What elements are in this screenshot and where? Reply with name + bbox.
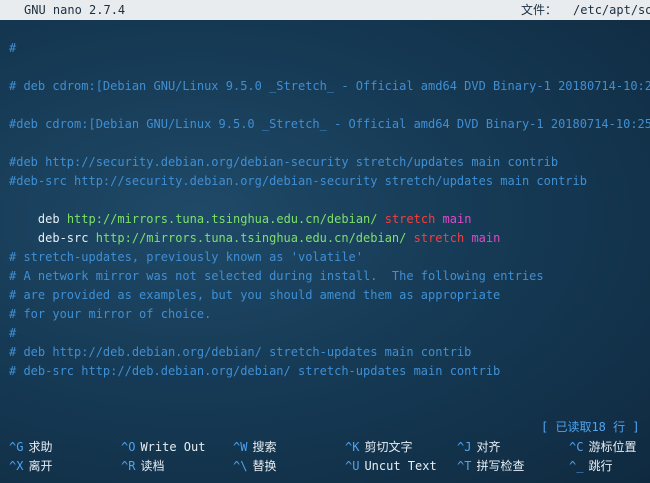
editor-line-1: # — [9, 41, 17, 55]
editor-line-5: #deb cdrom:[Debian GNU/Linux 9.5.0 _Stre… — [9, 117, 650, 131]
shortcut-label: 读档 — [140, 459, 165, 473]
title-bar: GNU nano 2.7.4 文件： /etc/apt/sources.list — [0, 0, 650, 20]
source-type: deb-src — [37, 231, 89, 245]
shortcut-key: ^U — [345, 459, 360, 473]
shortcut-write-out[interactable]: ^O Write Out — [121, 438, 205, 456]
shortcut-key: ^_ — [569, 459, 584, 473]
shortcut-key: ^K — [345, 440, 360, 454]
shortcut-cursor-position[interactable]: ^C 游标位置 — [569, 438, 636, 456]
editor-line-18: # deb-src http://deb.debian.org/debian/ … — [9, 364, 501, 378]
shortcut-key: ^O — [121, 440, 136, 454]
source-component: main — [471, 231, 501, 245]
shortcut-label: 拼写检查 — [476, 459, 525, 473]
shortcut-key: ^X — [9, 459, 24, 473]
editor-line-3: # deb cdrom:[Debian GNU/Linux 9.5.0 _Str… — [9, 79, 650, 93]
shortcut-label: Uncut Text — [364, 459, 437, 473]
shortcut-label: Write Out — [140, 440, 206, 454]
editor-line-9: deb http://mirrors.tuna.tsinghua.edu.cn/… — [9, 191, 472, 226]
editor-text-area[interactable]: # # deb cdrom:[Debian GNU/Linux 9.5.0 _S… — [0, 0, 650, 410]
shortcut-key: ^\ — [233, 459, 248, 473]
source-suite: stretch — [413, 231, 465, 245]
file-path: /etc/apt/sources.list — [573, 3, 650, 17]
editor-line-17: # deb http://deb.debian.org/debian/ stre… — [9, 345, 472, 359]
shortcut-label: 对齐 — [476, 440, 501, 454]
shortcut-go-to-line[interactable]: ^_ 跳行 — [569, 457, 612, 475]
app-version: GNU nano 2.7.4 — [24, 3, 126, 17]
editor-line-14: # are provided as examples, but you shou… — [9, 288, 501, 302]
shortcut-read-file[interactable]: ^R 读档 — [121, 457, 164, 475]
editor-line-10: deb-src http://mirrors.tuna.tsinghua.edu… — [9, 210, 500, 245]
editor-line-15: # for your mirror of choice. — [9, 307, 212, 321]
editor-line-7: #deb http://security.debian.org/debian-s… — [9, 155, 559, 169]
shortcut-label: 剪切文字 — [364, 440, 413, 454]
shortcut-key: ^G — [9, 440, 24, 454]
shortcut-help[interactable]: ^G 求助 — [9, 438, 52, 456]
shortcut-label: 跳行 — [588, 459, 613, 473]
shortcut-label: 离开 — [28, 459, 53, 473]
status-message: [ 已读取18 行 ] — [541, 420, 640, 434]
editor-line-12: # stretch-updates, previously known as '… — [9, 250, 364, 264]
shortcut-label: 求助 — [28, 440, 53, 454]
shortcut-justify[interactable]: ^J 对齐 — [457, 438, 500, 456]
shortcut-label: 替换 — [252, 459, 277, 473]
shortcut-replace[interactable]: ^\ 替换 — [233, 457, 276, 475]
shortcut-label: 搜索 — [252, 440, 277, 454]
shortcut-exit[interactable]: ^X 离开 — [9, 457, 52, 475]
shortcut-cut-text[interactable]: ^K 剪切文字 — [345, 438, 412, 456]
source-url: http://mirrors.tuna.tsinghua.edu.cn/debi… — [95, 231, 407, 245]
shortcut-uncut-text[interactable]: ^U Uncut Text — [345, 457, 437, 475]
editor-line-16: # — [9, 326, 17, 340]
shortcut-key: ^J — [457, 440, 472, 454]
file-label: 文件： — [521, 3, 558, 17]
shortcut-key: ^C — [569, 440, 584, 454]
editor-line-13: # A network mirror was not selected duri… — [9, 269, 544, 283]
shortcut-search[interactable]: ^W 搜索 — [233, 438, 276, 456]
shortcut-spell-check[interactable]: ^T 拼写检查 — [457, 457, 524, 475]
editor-line-8: #deb-src http://security.debian.org/debi… — [9, 174, 587, 188]
shortcut-key: ^T — [457, 459, 472, 473]
file-info: 文件： /etc/apt/sources.list — [521, 0, 650, 20]
shortcut-key: ^W — [233, 440, 248, 454]
shortcut-label: 游标位置 — [588, 440, 637, 454]
shortcut-key: ^R — [121, 459, 136, 473]
